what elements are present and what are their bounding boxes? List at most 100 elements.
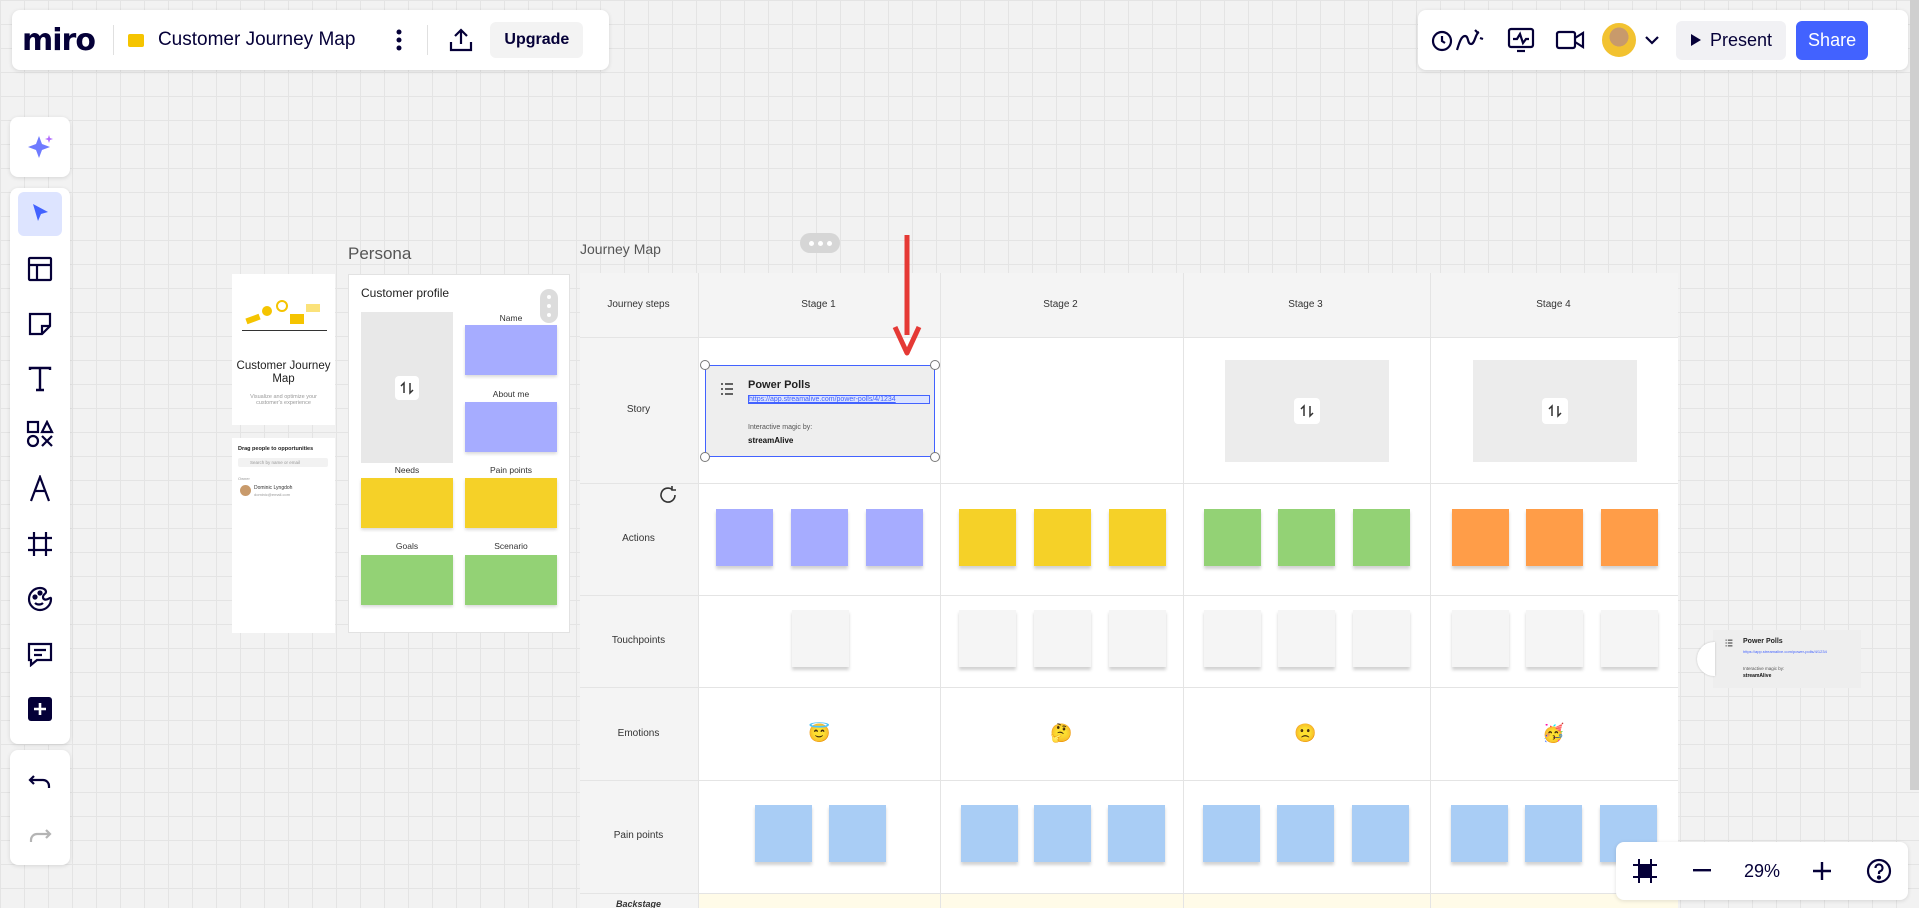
action-sticky[interactable] [1526,509,1583,566]
zoom-in-button[interactable] [1807,856,1837,886]
resize-handle[interactable] [930,360,940,370]
board-title[interactable]: Customer Journey Map [158,29,355,51]
rotate-handle-icon[interactable] [657,484,679,506]
pain-point-sticky[interactable] [1034,805,1091,862]
zoom-out-button[interactable] [1687,856,1717,886]
touchpoint-sticky[interactable] [1353,610,1410,667]
sticky-about-me[interactable] [465,402,557,452]
sticky-note-tool[interactable] [18,302,62,346]
action-sticky[interactable] [1204,509,1261,566]
vertical-scrollbar[interactable] [1910,0,1919,790]
action-sticky[interactable] [1109,509,1166,566]
pain-point-sticky[interactable] [1203,805,1260,862]
video-call-icon[interactable] [1554,25,1586,55]
comment-tool[interactable] [18,632,62,676]
zoom-level[interactable]: 29% [1744,861,1780,882]
pain-point-sticky[interactable] [961,805,1018,862]
templates-tool[interactable] [18,247,62,291]
touchpoint-sticky[interactable] [1109,610,1166,667]
sticky-needs[interactable] [361,478,453,528]
pain-point-sticky[interactable] [755,805,812,862]
action-sticky[interactable] [1278,509,1335,566]
customer-profile-card[interactable]: Customer profile Name About me Needs Pai… [348,274,570,633]
action-sticky[interactable] [959,509,1016,566]
pain-point-sticky[interactable] [829,805,886,862]
frame-options-handle[interactable] [800,233,840,253]
stage-1-header[interactable]: Stage 1 [760,299,877,310]
pain-point-sticky[interactable] [1525,805,1582,862]
sticky-pain-points[interactable] [465,478,557,528]
present-button[interactable]: Present [1676,20,1787,60]
action-sticky[interactable] [791,509,848,566]
sticky-name[interactable] [465,325,557,375]
emotion-stage-2[interactable]: 🤔 [1050,723,1072,744]
story-image-placeholder-stage-4[interactable] [1473,360,1637,462]
stage-2-header[interactable]: Stage 2 [1002,299,1119,310]
timer-reactions-icon[interactable] [1430,22,1486,58]
upgrade-button[interactable]: Upgrade [490,22,584,58]
action-sticky[interactable] [1601,509,1658,566]
action-sticky[interactable] [866,509,923,566]
pain-point-sticky[interactable] [1108,805,1165,862]
swap-image-icon[interactable] [1294,398,1320,424]
action-sticky[interactable] [716,509,773,566]
help-icon[interactable] [1864,856,1894,886]
touchpoint-sticky[interactable] [1452,610,1509,667]
fit-to-screen-icon[interactable] [1630,856,1660,886]
touchpoint-sticky[interactable] [1204,610,1261,667]
shapes-tool[interactable] [18,412,62,456]
sticky-scenario[interactable] [465,555,557,605]
profile-photo-placeholder[interactable] [361,312,453,463]
emotion-stage-4[interactable]: 🥳 [1542,723,1564,744]
power-polls-link[interactable]: https://app.streamalive.com/power-polls/… [748,395,930,404]
ai-assist-button[interactable] [10,117,70,177]
row-label-actions: Actions [622,533,655,544]
redo-button[interactable] [18,814,62,858]
frame-tool[interactable] [18,522,62,566]
stage-3-header[interactable]: Stage 3 [1247,299,1364,310]
pen-tool[interactable] [18,467,62,511]
action-sticky[interactable] [1452,509,1509,566]
pain-point-sticky[interactable] [1451,805,1508,862]
more-options-icon[interactable] [389,25,409,55]
avatar[interactable] [1602,23,1636,57]
touchpoint-sticky[interactable] [1034,610,1091,667]
touchpoint-sticky[interactable] [792,610,849,667]
action-sticky[interactable] [1034,509,1091,566]
export-icon[interactable] [446,25,476,55]
stage-4-header[interactable]: Stage 4 [1495,299,1612,310]
touchpoint-sticky[interactable] [1601,610,1658,667]
undo-button[interactable] [18,760,62,804]
more-tools-button[interactable] [18,687,62,731]
story-image-placeholder-stage-3[interactable] [1225,360,1389,462]
activity-icon[interactable] [1506,25,1536,55]
pain-point-sticky[interactable] [1277,805,1334,862]
touchpoint-sticky[interactable] [959,610,1016,667]
share-button[interactable]: Share [1796,20,1869,60]
sticky-goals[interactable] [361,555,453,605]
people-panel: Drag people to opportunities Search by n… [232,438,335,633]
power-polls-widget[interactable]: Power Polls https://app.streamalive.com/… [700,360,940,462]
chevron-down-icon[interactable] [1642,30,1662,50]
power-polls-copy-link[interactable]: https://app.streamalive.com/power-polls/… [1743,649,1853,654]
collapse-handle[interactable] [1697,642,1715,676]
swap-image-icon[interactable] [1542,398,1568,424]
people-search-input[interactable]: Search by name or email [238,458,328,467]
power-polls-widget-copy[interactable]: Power Polls https://app.streamalive.com/… [1713,630,1861,688]
swap-image-icon[interactable] [395,376,419,400]
pain-point-sticky[interactable] [1352,805,1409,862]
stickers-tool[interactable] [18,577,62,621]
miro-logo[interactable]: miro [22,23,96,58]
resize-handle[interactable] [930,452,940,462]
row-label-story: Story [626,404,651,415]
touchpoint-sticky[interactable] [1278,610,1335,667]
journey-map-cover-card[interactable]: Customer Journey Map Visualize and optim… [232,274,335,425]
action-sticky[interactable] [1353,509,1410,566]
resize-handle[interactable] [700,360,710,370]
emotion-stage-3[interactable]: 🙁 [1294,723,1316,744]
text-tool[interactable] [18,357,62,401]
select-tool[interactable] [18,192,62,236]
resize-handle[interactable] [700,452,710,462]
touchpoint-sticky[interactable] [1526,610,1583,667]
emotion-stage-1[interactable]: 😇 [808,723,830,744]
